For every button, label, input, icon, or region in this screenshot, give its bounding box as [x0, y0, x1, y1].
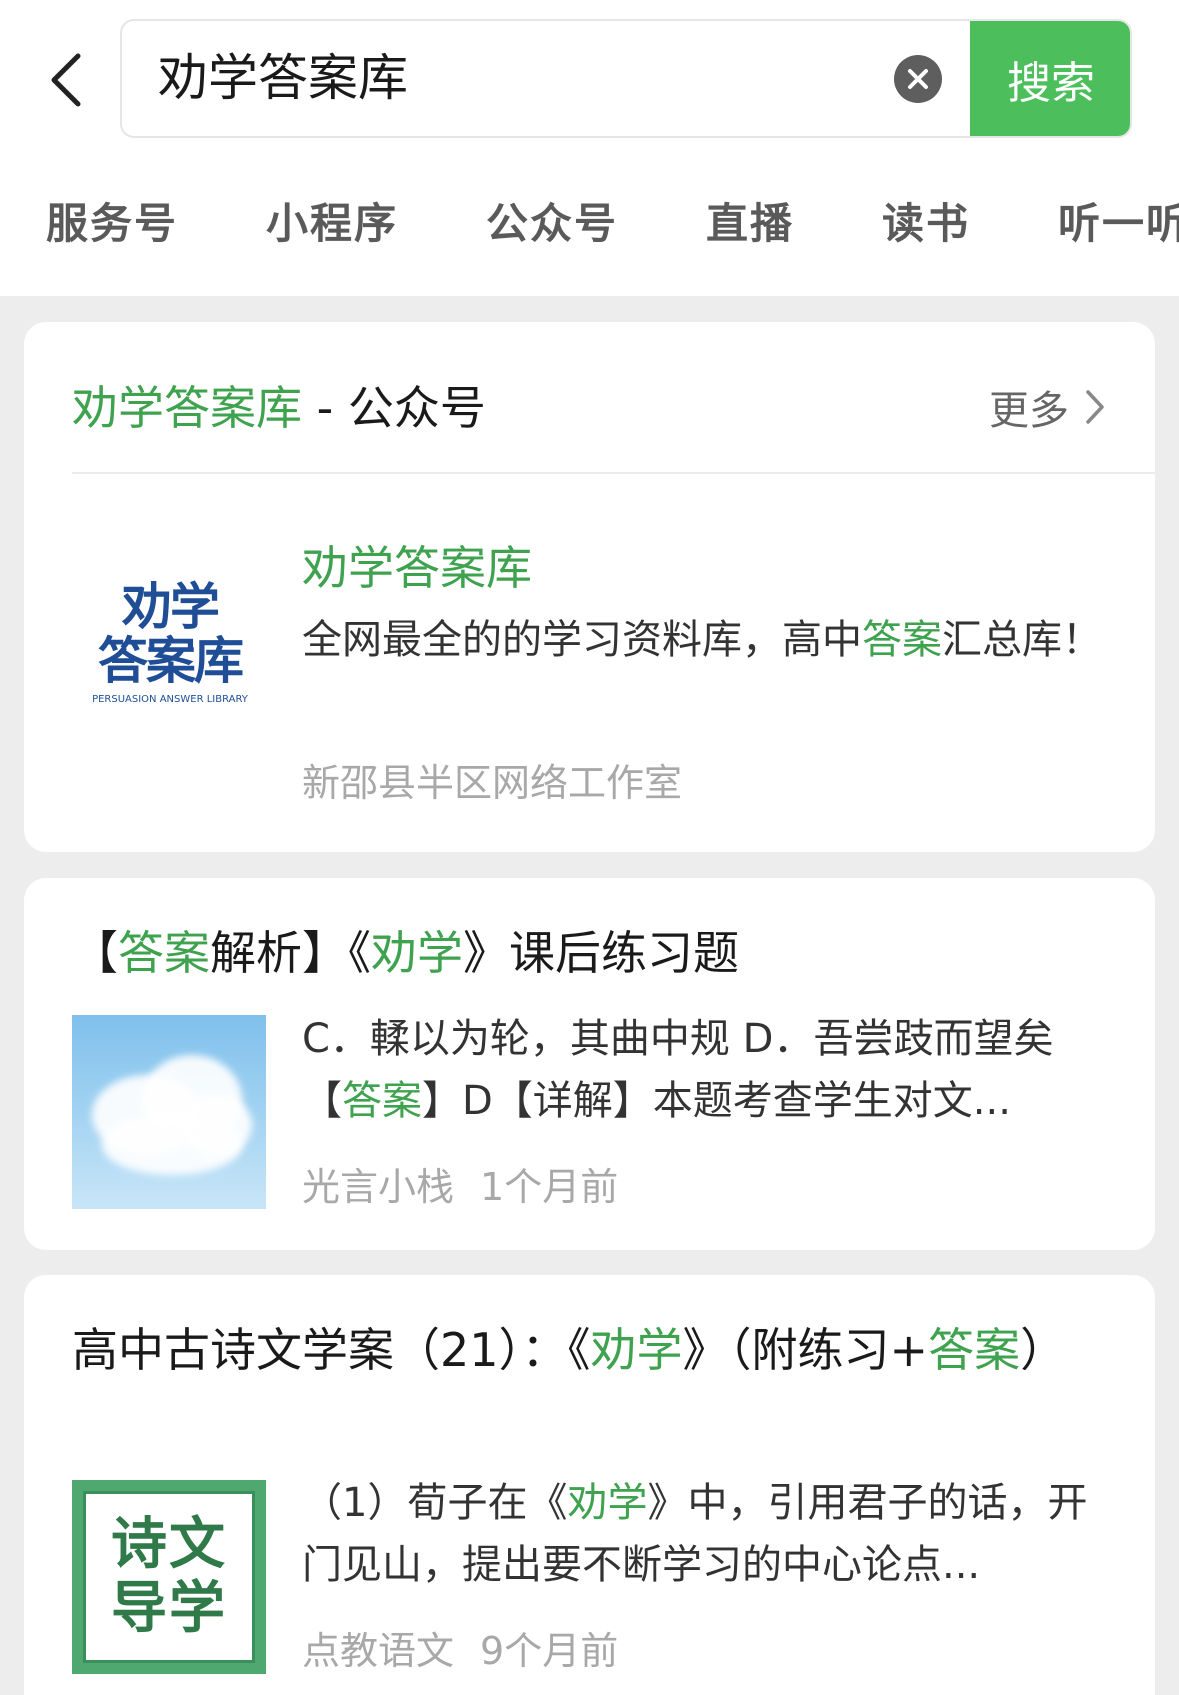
thumbnail-text-line1: 诗文 [111, 1512, 227, 1577]
snippet-part: （1）荀子在《 [302, 1480, 568, 1526]
desc-highlight: 答案 [862, 617, 942, 663]
logo-subtitle: PERSUASION ANSWER LIBRARY [92, 693, 248, 705]
more-label: 更多 [989, 388, 1069, 434]
article-title: 高中古诗文学案（21）：《劝学》（附练习+答案） [72, 1317, 1112, 1383]
thumbnail-text-line2: 导学 [111, 1576, 227, 1641]
account-description: 全网最全的的学习资料库，高中答案汇总库！ [302, 609, 1102, 671]
search-input[interactable] [158, 21, 878, 136]
logo-line2: 答案库 [98, 631, 244, 690]
tab-reading[interactable]: 读书 [882, 190, 970, 251]
chevron-right-icon [1086, 390, 1104, 424]
section-title: 劝学答案库 - 公众号 [72, 372, 486, 438]
article-source: 点教语文 [302, 1629, 455, 1673]
close-icon [908, 69, 928, 89]
clear-search-button[interactable] [894, 55, 942, 103]
back-button[interactable] [40, 52, 90, 108]
chevron-left-icon [51, 53, 81, 107]
desc-text: 全网最全的的学习资料库，高中 [302, 617, 862, 663]
snippet-part: 】D【详解】本题考查学生对文... [422, 1078, 1011, 1124]
article-meta: 点教语文 9个月前 [302, 1620, 644, 1675]
title-part: ） [1020, 1323, 1067, 1377]
desc-text-end: 汇总库！ [942, 617, 1102, 663]
section-title-highlight: 劝学答案库 [72, 381, 302, 435]
article-time: 9个月前 [480, 1629, 619, 1673]
title-highlight: 答案 [928, 1323, 1021, 1377]
search-button[interactable]: 搜索 [970, 21, 1130, 136]
snippet-highlight: 劝学 [567, 1480, 648, 1526]
title-highlight: 答案 [118, 926, 210, 980]
article-thumbnail [72, 1015, 266, 1209]
thumbnail-frame: 诗文 导学 [83, 1491, 255, 1663]
divider [72, 472, 1155, 474]
title-part: 》（附练习+ [682, 1323, 929, 1377]
article-snippet: （1）荀子在《劝学》中，引用君子的话，开门见山，提出要不断学习的中心论点... [302, 1472, 1122, 1596]
title-highlight: 劝学 [590, 1323, 683, 1377]
logo-line1: 劝学 [122, 577, 220, 636]
top-bar: 搜索 服务号 小程序 公众号 直播 读书 听一听 [0, 0, 1179, 296]
account-owner: 新邵县半区网络工作室 [302, 761, 683, 805]
section-title-type: - 公众号 [302, 381, 486, 435]
tab-live[interactable]: 直播 [706, 190, 794, 251]
article-card[interactable]: 【答案解析】《劝学》课后练习题 C．輮以为轮，其曲中规 D．吾尝跂而望矣【答案】… [24, 878, 1155, 1250]
account-logo[interactable]: 劝学 答案库 PERSUASION ANSWER LIBRARY [72, 544, 268, 740]
official-account-card: 劝学答案库 - 公众号 更多 劝学 答案库 PERSUASION ANSWER … [24, 322, 1155, 852]
article-snippet: C．輮以为轮，其曲中规 D．吾尝跂而望矣【答案】D【详解】本题考查学生对文... [302, 1008, 1122, 1132]
title-part: 【 [72, 926, 118, 980]
tab-service-account[interactable]: 服务号 [46, 190, 178, 251]
title-highlight: 劝学 [371, 926, 463, 980]
account-name[interactable]: 劝学答案库 [302, 532, 532, 598]
title-part: 高中古诗文学案（21）：《 [72, 1323, 591, 1377]
tab-listen[interactable]: 听一听 [1058, 190, 1179, 251]
category-tabs: 服务号 小程序 公众号 直播 读书 听一听 [0, 190, 1179, 260]
tab-official-account[interactable]: 公众号 [486, 190, 618, 251]
tab-mini-program[interactable]: 小程序 [266, 190, 398, 251]
article-source: 光言小栈 [302, 1165, 455, 1209]
article-thumbnail: 诗文 导学 [72, 1480, 266, 1674]
more-button[interactable]: 更多 [989, 378, 1105, 436]
article-title: 【答案解析】《劝学》课后练习题 [72, 920, 1112, 986]
snippet-highlight: 答案 [342, 1078, 422, 1124]
article-meta: 光言小栈 1个月前 [302, 1156, 644, 1211]
article-card[interactable]: 高中古诗文学案（21）：《劝学》（附练习+答案） 诗文 导学 （1）荀子在《劝学… [24, 1275, 1155, 1695]
article-time: 1个月前 [480, 1165, 619, 1209]
title-part: 解析】《 [210, 926, 371, 980]
search-box: 搜索 [120, 19, 1132, 138]
title-part: 》课后练习题 [463, 926, 739, 980]
